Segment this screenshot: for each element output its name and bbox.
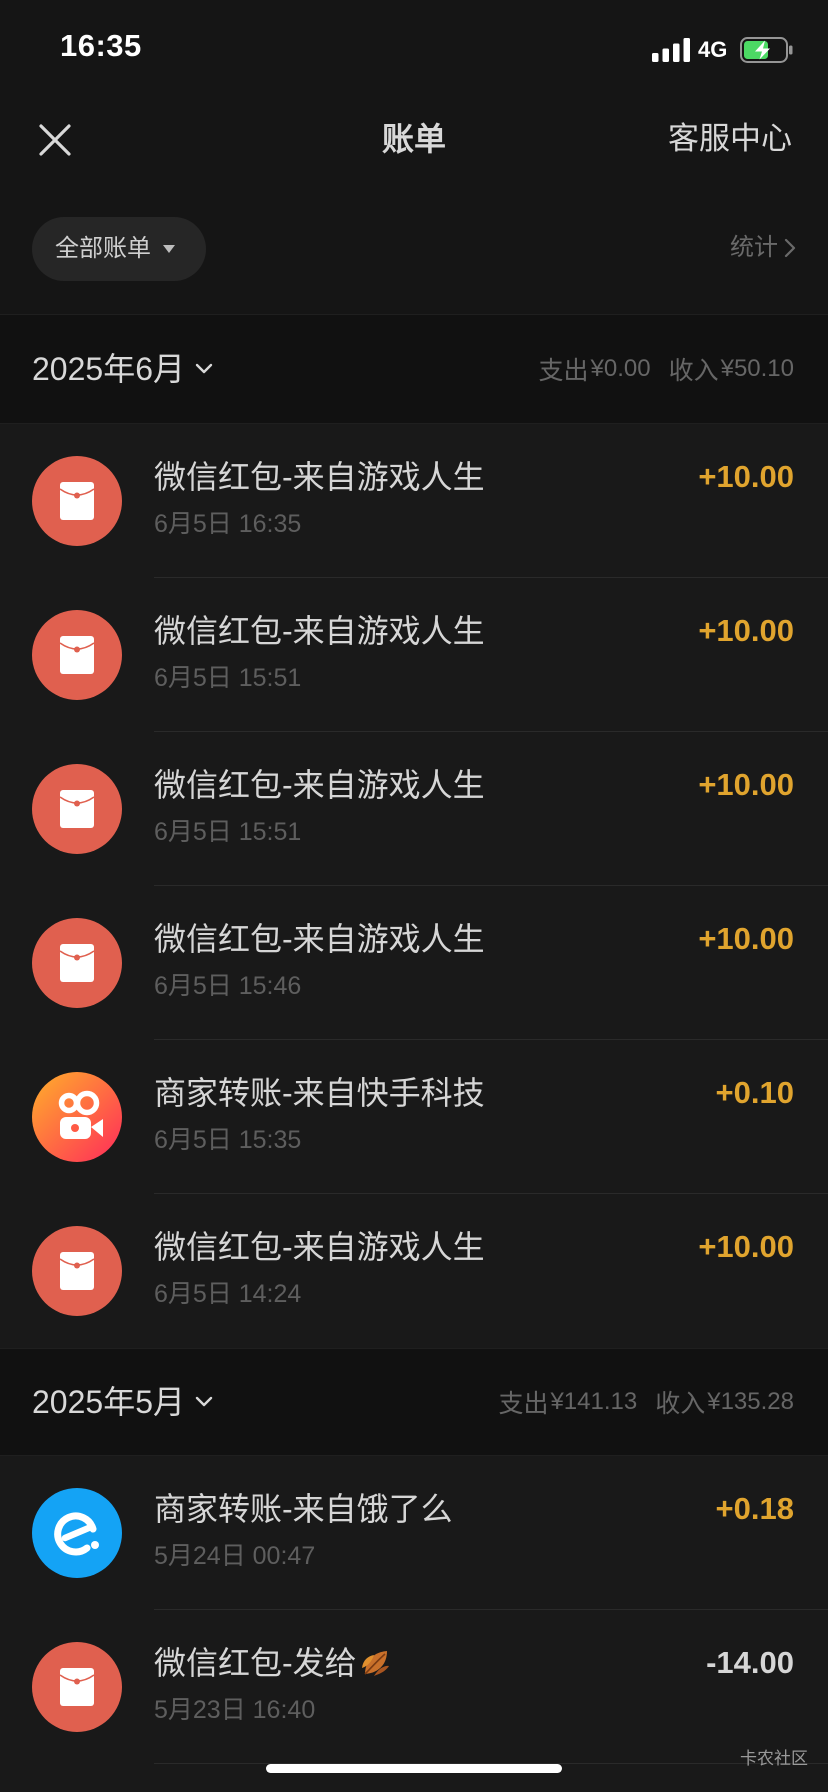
income-label: 收入	[668, 357, 719, 385]
transaction-row[interactable]: 微信红包-来自游戏人生 6月5日 15:46 +10.00	[0, 886, 828, 1040]
transaction-amount: +0.18	[715, 1491, 794, 1526]
transaction-title-wrap: 微信红包-发给	[154, 1642, 393, 1684]
transaction-amount: +0.10	[715, 1075, 794, 1110]
transaction-amount: -14.00	[706, 1645, 794, 1680]
transaction-title: 微信红包-来自游戏人生	[154, 767, 485, 803]
eleme-logo-icon	[32, 1488, 122, 1578]
month-summary: 支出 ¥141.13 收入 ¥135.28	[498, 1349, 794, 1455]
chevron-down-icon	[195, 1396, 213, 1407]
stats-label: 统计	[730, 234, 778, 261]
battery-charging-icon	[740, 37, 793, 63]
bill-type-filter-button[interactable]: 全部账单	[32, 217, 206, 281]
bill-type-filter-label: 全部账单	[55, 235, 151, 262]
chevron-down-icon	[195, 363, 213, 374]
transaction-amount: +10.00	[698, 1229, 794, 1264]
red-packet-icon	[32, 1226, 122, 1316]
watermark: 卡农社区	[740, 1749, 808, 1768]
month-label: 2025年6月	[32, 351, 185, 387]
transaction-time: 6月5日 16:35	[154, 510, 302, 538]
month-selector[interactable]: 2025年6月	[32, 315, 213, 423]
fallen-leaf-icon	[361, 1651, 389, 1676]
transaction-time: 6月5日 15:51	[154, 818, 302, 846]
transaction-amount: +10.00	[698, 613, 794, 648]
transaction-amount: +10.00	[698, 921, 794, 956]
expense-label: 支出	[498, 1390, 549, 1418]
transaction-time: 6月5日 15:35	[154, 1126, 302, 1154]
transaction-row[interactable]: 微信红包-来自游戏人生 6月5日 14:24 +10.00	[0, 1194, 828, 1348]
signal-bars-icon	[652, 38, 690, 62]
month-header: 2025年5月 支出 ¥141.13 收入 ¥135.28	[0, 1348, 828, 1456]
top-area: 16:35 4G 账单 客服中心 全部账单 统计	[0, 0, 828, 314]
bill-page: 16:35 4G 账单 客服中心 全部账单 统计 2025年6月 支出 ¥0.0…	[0, 0, 828, 1792]
transaction-title: 微信红包-发给	[154, 1645, 357, 1681]
transaction-amount: +10.00	[698, 459, 794, 494]
status-time: 16:35	[60, 28, 142, 63]
customer-service-link[interactable]: 客服中心	[668, 118, 792, 160]
red-packet-icon	[32, 610, 122, 700]
transaction-row[interactable]: 商家转账-来自饿了么 5月24日 00:47 +0.18	[0, 1456, 828, 1610]
status-bar: 16:35 4G	[0, 0, 828, 91]
red-packet-icon	[32, 456, 122, 546]
transaction-title: 微信红包-来自游戏人生	[154, 1229, 485, 1265]
transaction-title: 商家转账-来自快手科技	[154, 1075, 485, 1111]
income-total: ¥50.10	[720, 355, 794, 382]
network-type: 4G	[698, 37, 728, 62]
transaction-time: 6月5日 14:24	[154, 1280, 302, 1308]
transaction-row[interactable]: 商家转账-来自快手科技 6月5日 15:35 +0.10	[0, 1040, 828, 1194]
month-selector[interactable]: 2025年5月	[32, 1349, 213, 1455]
transaction-amount: +10.00	[698, 767, 794, 802]
nav-header: 账单 客服中心	[0, 91, 828, 188]
month-header: 2025年6月 支出 ¥0.00 收入 ¥50.10	[0, 314, 828, 424]
transaction-list: 商家转账-来自饿了么 5月24日 00:47 +0.18 微信红包-发给 5月2…	[0, 1456, 828, 1764]
chevron-right-icon	[784, 238, 796, 258]
transaction-time: 6月5日 15:46	[154, 972, 302, 1000]
month-summary: 支出 ¥0.00 收入 ¥50.10	[539, 315, 795, 423]
transaction-time: 5月23日 16:40	[154, 1696, 316, 1724]
filter-bar: 全部账单 统计	[0, 188, 828, 314]
income-label: 收入	[655, 1390, 706, 1418]
transaction-time: 5月24日 00:47	[154, 1542, 316, 1570]
income-total: ¥135.28	[707, 1388, 794, 1415]
expense-total: ¥0.00	[590, 355, 651, 382]
home-indicator[interactable]	[266, 1764, 562, 1773]
transaction-title: 微信红包-来自游戏人生	[154, 459, 485, 495]
kuaishou-logo-icon	[32, 1072, 122, 1162]
transaction-row[interactable]: 微信红包-来自游戏人生 6月5日 15:51 +10.00	[0, 578, 828, 732]
transaction-list: 微信红包-来自游戏人生 6月5日 16:35 +10.00 微信红包-来自游戏人…	[0, 424, 828, 1348]
month-label: 2025年5月	[32, 1384, 185, 1420]
transaction-title: 微信红包-来自游戏人生	[154, 921, 485, 957]
expense-label: 支出	[538, 357, 589, 385]
stats-button[interactable]: 统计	[730, 233, 796, 263]
triangle-down-icon	[163, 245, 175, 253]
transaction-row[interactable]: 微信红包-来自游戏人生 6月5日 16:35 +10.00	[0, 424, 828, 578]
red-packet-icon	[32, 918, 122, 1008]
transaction-title: 微信红包-来自游戏人生	[154, 613, 485, 649]
transaction-row[interactable]: 微信红包-发给 5月23日 16:40 -14.00	[0, 1610, 828, 1764]
transaction-row[interactable]: 微信红包-来自游戏人生 6月5日 15:51 +10.00	[0, 732, 828, 886]
expense-total: ¥141.13	[550, 1388, 638, 1415]
transaction-title: 商家转账-来自饿了么	[154, 1491, 453, 1527]
red-packet-icon	[32, 764, 122, 854]
red-packet-icon	[32, 1642, 122, 1732]
transaction-time: 6月5日 15:51	[154, 664, 302, 692]
